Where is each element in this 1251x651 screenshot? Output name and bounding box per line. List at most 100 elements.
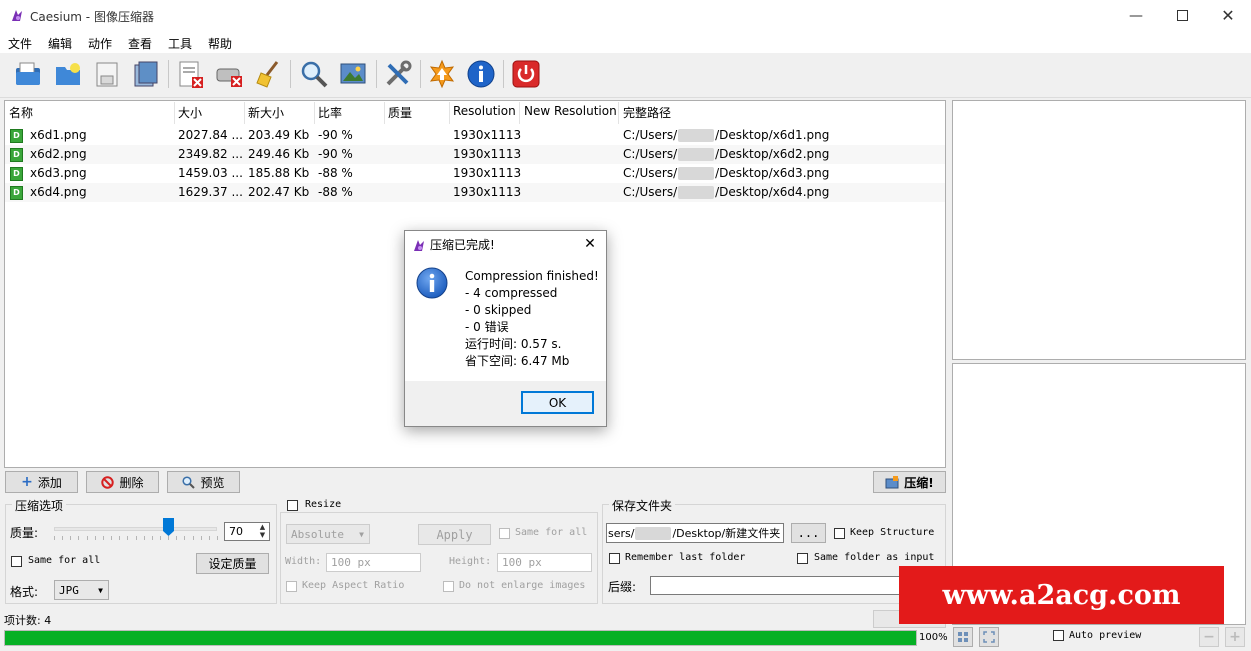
column-divider[interactable] xyxy=(519,102,520,124)
column-header-ratio[interactable]: 比率 xyxy=(318,104,342,122)
column-divider[interactable] xyxy=(449,102,450,124)
width-input[interactable]: 100 px xyxy=(326,553,421,572)
cell-path: C:/Users/ /Desktop/x6d1.png xyxy=(623,128,829,142)
column-header-name[interactable]: 名称 xyxy=(9,104,33,122)
cell-new-size: 249.46 Kb xyxy=(248,147,310,161)
column-header-new-resolution[interactable]: New Resolution xyxy=(524,104,617,122)
apply-button[interactable]: Apply xyxy=(418,524,491,545)
slider-tick xyxy=(111,536,113,540)
column-header-full-path[interactable]: 完整路径 xyxy=(623,104,671,122)
dialog-close-button[interactable]: ✕ xyxy=(579,234,601,254)
no-enlarge-checkbox[interactable] xyxy=(443,581,454,592)
minimize-button[interactable]: — xyxy=(1113,0,1159,31)
image-preview-button[interactable] xyxy=(337,58,369,90)
png-file-icon: D xyxy=(10,148,23,162)
remove-button[interactable]: 删除 xyxy=(86,471,159,493)
zoom-out-button[interactable]: − xyxy=(1199,627,1219,647)
format-label: 格式: xyxy=(10,585,39,599)
format-select[interactable]: JPG ▼ xyxy=(54,580,109,600)
column-header-new-size[interactable]: 新大小 xyxy=(248,104,284,122)
auto-preview-label: Auto preview xyxy=(1069,630,1142,641)
menu-help[interactable]: 帮助 xyxy=(208,35,232,52)
update-button[interactable] xyxy=(426,58,458,90)
cell-ratio: -88 % xyxy=(318,166,353,180)
slider-tick xyxy=(208,536,210,540)
resize-mode-select[interactable]: Absolute ▼ xyxy=(286,524,370,544)
same-folder-checkbox[interactable] xyxy=(797,553,808,564)
no-enlarge-label: Do not enlarge images xyxy=(459,580,586,591)
progress-text: 100% xyxy=(919,632,948,643)
message-line: 省下空间: 6.47 Mb xyxy=(465,354,570,368)
column-divider[interactable] xyxy=(618,102,619,124)
ok-button[interactable]: OK xyxy=(521,391,594,414)
open-folder-button[interactable] xyxy=(52,58,84,90)
auto-preview-checkbox[interactable] xyxy=(1053,630,1064,641)
cell-size: 2027.84 ... xyxy=(178,128,243,142)
remove-drive-button[interactable] xyxy=(213,58,245,90)
quality-slider-track[interactable] xyxy=(54,527,217,531)
broom-button[interactable] xyxy=(252,58,284,90)
column-divider[interactable] xyxy=(244,102,245,124)
info-button[interactable] xyxy=(465,58,497,90)
fullscreen-preview-button[interactable] xyxy=(979,627,999,647)
column-divider[interactable] xyxy=(314,102,315,124)
menu-file[interactable]: 文件 xyxy=(8,35,32,52)
close-window-button[interactable]: ✕ xyxy=(1205,0,1251,31)
same-for-all-checkbox[interactable] xyxy=(11,556,22,567)
progress-bar xyxy=(4,630,917,646)
menu-action[interactable]: 动作 xyxy=(88,35,112,52)
resize-same-for-all-checkbox[interactable] xyxy=(499,528,510,539)
save-as-button[interactable] xyxy=(130,58,162,90)
png-file-icon: D xyxy=(10,167,23,181)
column-header-resolution[interactable]: Resolution xyxy=(453,104,516,122)
save-as-icon xyxy=(134,61,158,87)
redacted-username xyxy=(678,148,715,161)
chevron-down-icon: ▼ xyxy=(98,585,103,595)
output-folder-title: 保存文件夹 xyxy=(609,497,676,514)
menu-tools[interactable]: 工具 xyxy=(168,35,192,52)
cell-path: C:/Users/ /Desktop/x6d4.png xyxy=(623,185,829,199)
height-input[interactable]: 100 px xyxy=(497,553,592,572)
quality-spinner-arrows[interactable]: ▲ ▼ xyxy=(256,523,269,540)
output-folder-input[interactable]: sers/ /Desktop/新建文件夹 xyxy=(606,523,784,543)
slider-tick xyxy=(192,536,194,540)
compress-button[interactable]: 压缩! xyxy=(873,471,946,493)
preview-button[interactable]: 预览 xyxy=(167,471,240,493)
path-prefix: C:/Users/ xyxy=(623,147,678,161)
fit-preview-button[interactable] xyxy=(953,627,973,647)
column-divider[interactable] xyxy=(384,102,385,124)
save-button[interactable] xyxy=(91,58,123,90)
add-button[interactable]: + 添加 xyxy=(5,471,78,493)
cell-resolution: 1930x1113 xyxy=(453,166,522,180)
original-preview-pane[interactable] xyxy=(952,100,1246,360)
open-folder-icon xyxy=(56,63,80,85)
slider-tick xyxy=(159,536,161,540)
remember-last-checkbox[interactable] xyxy=(609,553,620,564)
keep-structure-checkbox[interactable] xyxy=(834,528,845,539)
clear-list-icon xyxy=(179,61,203,88)
menu-edit[interactable]: 编辑 xyxy=(48,35,72,52)
power-button[interactable] xyxy=(510,58,542,90)
clear-list-button[interactable] xyxy=(174,58,206,90)
suffix-label: 后缀: xyxy=(608,580,637,594)
slider-tick xyxy=(151,536,153,540)
save-icon xyxy=(96,62,118,87)
fullscreen-icon xyxy=(983,631,995,643)
column-header-quality[interactable]: 质量 xyxy=(388,104,412,122)
maximize-button[interactable] xyxy=(1159,0,1205,31)
search-button[interactable] xyxy=(298,58,330,90)
plus-icon: + xyxy=(21,474,33,490)
zoom-in-button[interactable]: + xyxy=(1225,627,1245,647)
browse-folder-button[interactable]: ... xyxy=(791,523,826,543)
column-header-size[interactable]: 大小 xyxy=(178,104,202,122)
slider-tick xyxy=(217,536,218,540)
keep-aspect-checkbox[interactable] xyxy=(286,581,297,592)
quality-slider-thumb[interactable] xyxy=(162,518,174,536)
open-files-button[interactable] xyxy=(12,58,44,90)
column-divider[interactable] xyxy=(174,102,175,124)
set-quality-button[interactable]: 设定质量 xyxy=(196,553,269,574)
suffix-input[interactable] xyxy=(650,576,940,595)
tools-button[interactable] xyxy=(382,58,414,90)
resize-checkbox[interactable] xyxy=(287,500,298,511)
menu-view[interactable]: 查看 xyxy=(128,35,152,52)
